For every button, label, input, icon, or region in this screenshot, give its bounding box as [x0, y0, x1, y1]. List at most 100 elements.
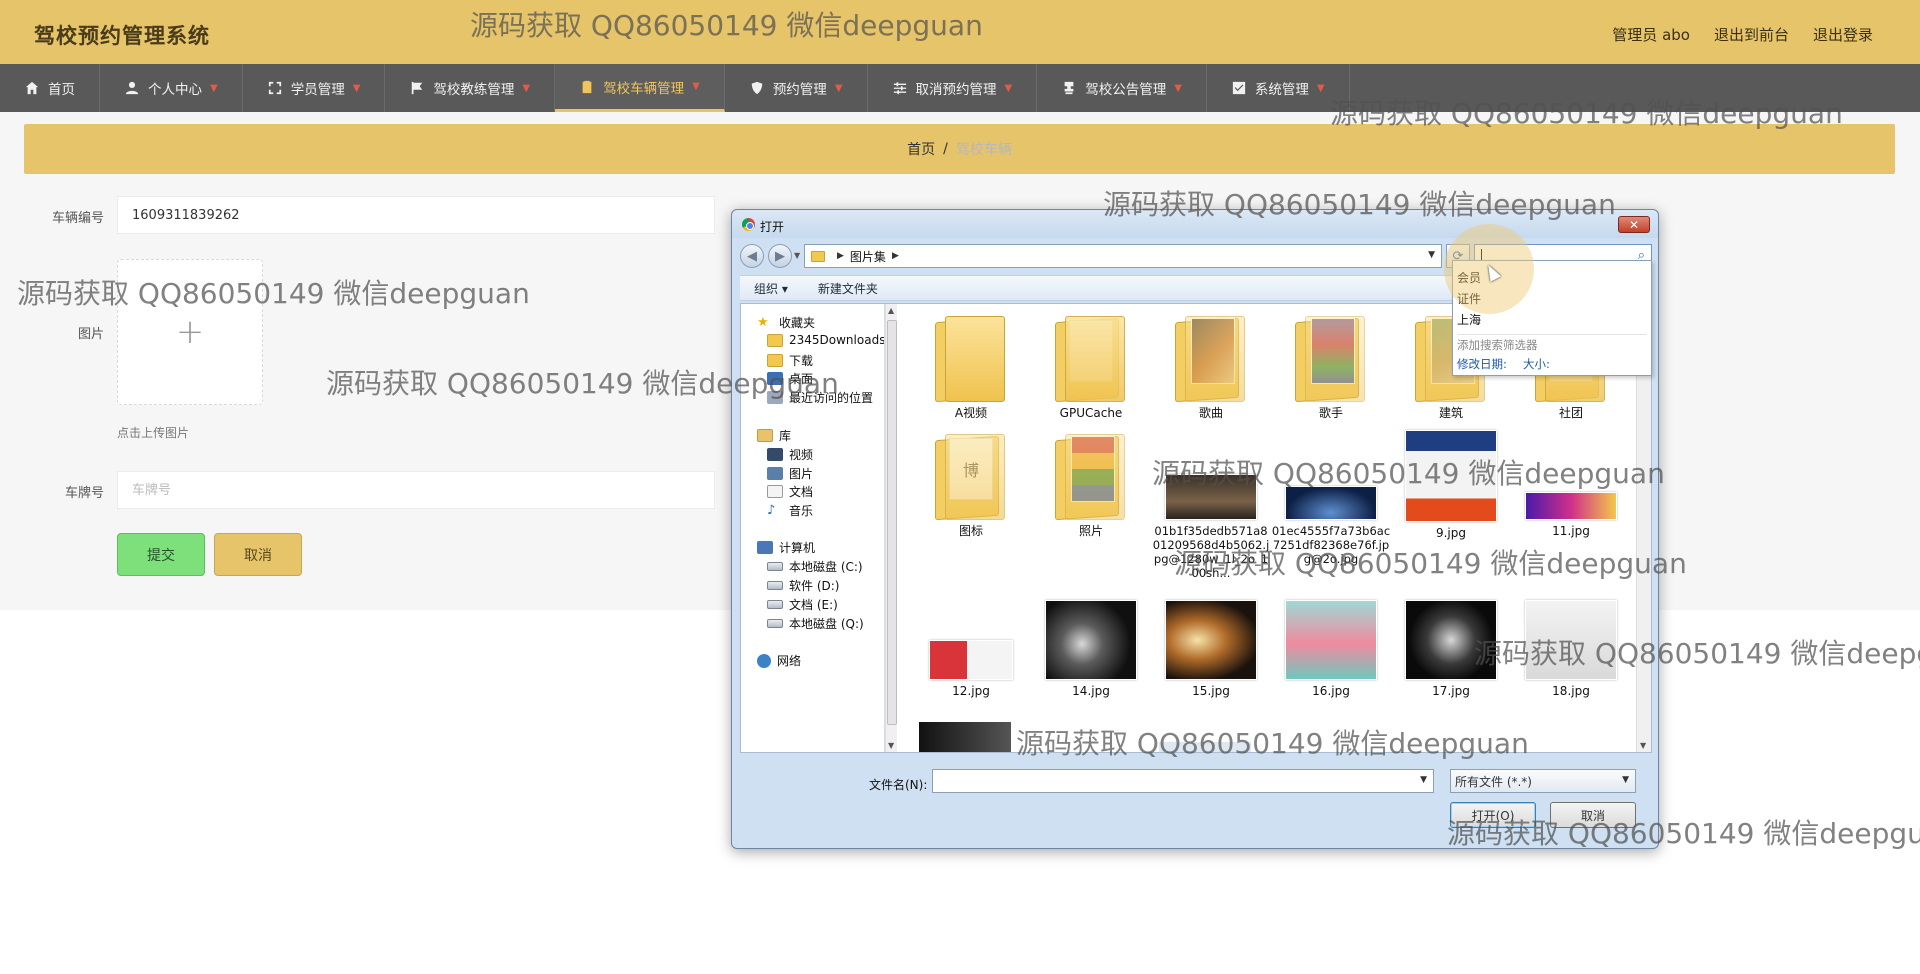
image-item[interactable]: 18.jpg: [1519, 600, 1623, 698]
suggestion-item[interactable]: 上海: [1457, 311, 1481, 328]
file-name: 照片: [1078, 524, 1103, 538]
tree-label: 网络: [777, 654, 802, 668]
tree-label: 软件 (D:): [789, 579, 840, 593]
image-item[interactable]: 12.jpg: [919, 600, 1023, 698]
filetype-select[interactable]: 所有文件 (*.*) ▼: [1450, 769, 1636, 793]
cancel-button[interactable]: 取消: [214, 533, 302, 576]
folder-icon: [811, 250, 825, 262]
file-name: 14.jpg: [1072, 684, 1110, 698]
drive-icon: [767, 619, 783, 628]
scroll-up-icon[interactable]: ▲: [888, 306, 894, 315]
chevron-down-icon: ▼: [1004, 82, 1013, 94]
tree-item[interactable]: 最近访问的位置: [767, 389, 873, 406]
user-icon: [124, 80, 140, 96]
nav-item-announcements[interactable]: 驾校公告管理 ▼: [1037, 64, 1207, 112]
folder-item[interactable]: A视频: [919, 312, 1023, 420]
nav-item-coaches[interactable]: 驾校教练管理 ▼: [385, 64, 556, 112]
submit-button[interactable]: 提交: [117, 533, 205, 576]
filename-label: 文件名(N):: [869, 778, 928, 792]
tree-item[interactable]: 下载: [767, 352, 813, 369]
tree-item[interactable]: 桌面: [767, 370, 813, 387]
tree-label: 本地磁盘 (C:): [789, 560, 863, 574]
history-dropdown-icon[interactable]: ▼: [794, 251, 800, 260]
user-area: 管理员 abo 退出到前台 退出登录: [1612, 24, 1873, 45]
scroll-down-icon[interactable]: ▼: [1640, 741, 1646, 750]
image-item[interactable]: 11.jpg: [1519, 430, 1623, 538]
tree-item[interactable]: 视频: [767, 446, 813, 463]
dropdown-arrow-icon[interactable]: ▼: [1420, 775, 1427, 785]
vehicle-no-input[interactable]: [117, 196, 715, 234]
dialog-title: 打开: [760, 220, 785, 234]
tree-network[interactable]: 网络: [757, 652, 801, 669]
nav-item-profile[interactable]: 个人中心 ▼: [100, 64, 243, 112]
tree-item[interactable]: 本地磁盘 (C:): [767, 558, 863, 575]
image-item[interactable]: 01b1f35dedb571a801209568d4b5062.jpg@1280…: [1151, 430, 1271, 580]
folder-item[interactable]: 歌曲: [1159, 312, 1263, 420]
dialog-cancel-button[interactable]: 取消: [1550, 802, 1636, 828]
nav-item-cancellations[interactable]: 取消预约管理 ▼: [868, 64, 1038, 112]
tree-libraries[interactable]: 库: [757, 427, 791, 444]
image-upload-box[interactable]: +: [117, 259, 263, 405]
image-item[interactable]: 16.jpg: [1279, 600, 1383, 698]
dialog-close-button[interactable]: ✕: [1618, 216, 1650, 233]
tree-item[interactable]: 文档 (E:): [767, 596, 838, 613]
tree-label: 2345Downloads: [789, 333, 885, 347]
back-to-front-link[interactable]: 退出到前台: [1714, 24, 1789, 45]
folder-item[interactable]: 歌手: [1279, 312, 1383, 420]
tree-item[interactable]: 文档: [767, 483, 813, 500]
vehicle-no-label: 车辆编号: [51, 211, 104, 226]
search-suggestions: 会员 证件 上海 添加搜索筛选器 修改日期: 大小:: [1452, 260, 1652, 376]
filename-input[interactable]: ▼: [932, 769, 1434, 793]
address-dropdown-icon[interactable]: ▼: [1428, 250, 1435, 260]
image-item[interactable]: 14.jpg: [1039, 600, 1143, 698]
file-name: GPUCache: [1059, 406, 1123, 420]
tree-item[interactable]: 本地磁盘 (Q:): [767, 615, 864, 632]
drive-icon: [767, 581, 783, 590]
chevron-down-icon: ▼: [210, 82, 218, 94]
breadcrumb-home[interactable]: 首页: [907, 139, 935, 159]
dialog-titlebar[interactable]: 打开 ✕: [732, 210, 1658, 238]
scrollbar-thumb[interactable]: [887, 320, 897, 725]
scroll-down-icon[interactable]: ▼: [888, 741, 894, 750]
tree-label: 桌面: [789, 372, 814, 386]
main-nav: 首页 个人中心 ▼ 学员管理 ▼ 驾校教练管理 ▼ 驾校车辆管理 ▼ 预约管理 …: [0, 64, 1920, 112]
nav-item-students[interactable]: 学员管理 ▼: [243, 64, 386, 112]
back-arrow-icon[interactable]: ◀: [740, 244, 764, 268]
plate-input[interactable]: [117, 471, 715, 509]
tree-favorites[interactable]: ★ 收藏夹: [757, 314, 815, 331]
image-item-partial[interactable]: [1159, 742, 1251, 752]
nav-item-home[interactable]: 首页: [0, 64, 100, 112]
image-item[interactable]: 9.jpg: [1399, 430, 1503, 540]
breadcrumb-current: 驾校车辆: [955, 142, 1012, 158]
expand-icon: [267, 80, 283, 96]
nav-item-vehicles[interactable]: 驾校车辆管理 ▼: [555, 64, 725, 112]
nav-item-system[interactable]: 系统管理 ▼: [1207, 64, 1350, 112]
tree-item[interactable]: 2345Downloads: [767, 333, 885, 347]
image-item[interactable]: 17.jpg: [1399, 600, 1503, 698]
folder-item[interactable]: 博 图标: [919, 430, 1023, 538]
folder-item[interactable]: GPUCache: [1039, 312, 1143, 420]
filter-modified-date[interactable]: 修改日期:: [1457, 356, 1507, 372]
filter-size[interactable]: 大小:: [1523, 356, 1550, 372]
suggestion-item[interactable]: 会员: [1457, 269, 1481, 286]
tree-scrollbar[interactable]: ▲ ▼: [885, 304, 897, 752]
image-item[interactable]: 01ec4555f7a73b6ac7251df82368e76f.jpg@2o.…: [1271, 430, 1391, 566]
flag-icon: [409, 80, 425, 96]
nav-item-bookings[interactable]: 预约管理 ▼: [725, 64, 868, 112]
image-item[interactable]: 15.jpg: [1159, 600, 1263, 698]
tree-item[interactable]: 图片: [767, 465, 813, 482]
address-bar[interactable]: ▶ 图片集 ▶ ▼: [804, 244, 1442, 268]
filetype-value: 所有文件 (*.*): [1455, 774, 1532, 789]
folder-item[interactable]: 照片: [1039, 430, 1143, 538]
forward-arrow-icon[interactable]: ▶: [768, 244, 792, 268]
tree-item[interactable]: 软件 (D:): [767, 577, 839, 594]
logout-link[interactable]: 退出登录: [1813, 24, 1873, 45]
open-button[interactable]: 打开(O): [1450, 802, 1536, 828]
address-path: 图片集: [849, 249, 886, 264]
tree-item[interactable]: ♪ 音乐: [767, 502, 813, 519]
suggestion-item[interactable]: 证件: [1457, 290, 1481, 307]
new-folder-button[interactable]: 新建文件夹: [818, 280, 878, 297]
organize-menu[interactable]: 组织 ▾: [754, 280, 788, 297]
tree-computer[interactable]: 计算机: [757, 539, 815, 556]
image-item-partial[interactable]: [919, 722, 1011, 752]
